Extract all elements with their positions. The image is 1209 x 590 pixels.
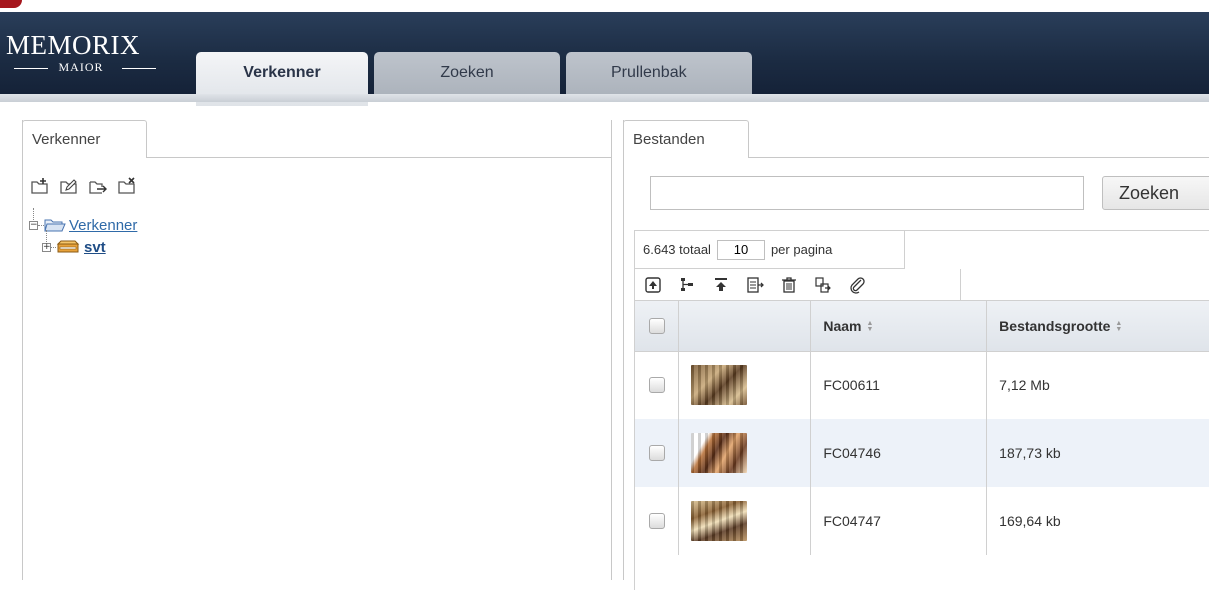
delete-folder-icon[interactable] — [116, 175, 137, 196]
brand-corner — [0, 0, 22, 8]
file-table: Naam ▲ ▼ Bestandsgrootte ▲ ▼ FC00611 7,12 Mb… — [635, 301, 1209, 555]
file-name[interactable]: FC04747 — [810, 487, 988, 555]
name-header[interactable]: Naam ▲ ▼ — [810, 301, 988, 352]
tree-node-svt: + svt — [29, 236, 137, 258]
logo-sub-text: MAIOR — [6, 60, 156, 75]
sort-icon: ▲ ▼ — [866, 320, 874, 334]
trash-icon[interactable] — [779, 275, 799, 295]
explorer-panel: Verkenner − Verkenner + svt — [22, 120, 612, 580]
open-folder-icon — [44, 219, 66, 232]
select-all-cell — [635, 301, 680, 352]
table-row[interactable]: FC04747 169,64 kb — [635, 487, 1209, 555]
attach-icon[interactable] — [847, 275, 867, 295]
file-size: 187,73 kb — [986, 419, 1209, 487]
tab-underbar — [0, 94, 1209, 102]
edit-folder-icon[interactable] — [58, 175, 79, 196]
table-header: Naam ▲ ▼ Bestandsgrootte ▲ ▼ — [635, 301, 1209, 352]
file-name[interactable]: FC00611 — [810, 351, 988, 419]
file-name[interactable]: FC04746 — [810, 419, 988, 487]
files-panel: Bestanden Zoeken 6.643 totaal per pagina — [623, 120, 1209, 590]
search-input[interactable] — [650, 176, 1084, 210]
tree-move-icon[interactable] — [677, 275, 697, 295]
tree-label-svt[interactable]: svt — [84, 239, 106, 256]
memorix-logo[interactable]: MEMORIX MAIOR — [6, 32, 176, 75]
move-folder-icon[interactable] — [87, 175, 108, 196]
drive-folder-icon — [56, 240, 80, 253]
select-all-checkbox[interactable] — [649, 317, 665, 334]
upload-icon[interactable] — [643, 275, 663, 295]
top-strip — [0, 0, 1209, 12]
file-thumbnail[interactable] — [691, 501, 748, 541]
per-page-label: per pagina — [770, 242, 833, 257]
collapse-icon[interactable]: − — [29, 220, 38, 230]
row-checkbox[interactable] — [649, 377, 665, 394]
copy-icon[interactable] — [813, 275, 833, 295]
thumbnail-header — [678, 301, 812, 352]
logo-main-text: MEMORIX — [6, 30, 141, 60]
table-row[interactable]: FC04746 187,73 kb — [635, 419, 1209, 487]
explorer-panel-tab[interactable]: Verkenner — [22, 120, 147, 158]
total-count: 6.643 totaal — [643, 242, 711, 257]
file-grid: 6.643 totaal per pagina — [634, 230, 1209, 590]
per-page-input[interactable] — [716, 239, 765, 260]
table-row[interactable]: FC00611 7,12 Mb — [635, 351, 1209, 419]
new-folder-icon[interactable] — [29, 175, 50, 196]
pager: 6.643 totaal per pagina — [635, 231, 905, 269]
tree-label-verkenner[interactable]: Verkenner — [69, 217, 137, 234]
size-header[interactable]: Bestandsgrootte ▲ ▼ — [986, 301, 1209, 352]
file-size: 169,64 kb — [986, 487, 1209, 555]
row-checkbox[interactable] — [649, 513, 665, 529]
file-thumbnail[interactable] — [691, 433, 748, 473]
export-icon[interactable] — [745, 275, 765, 295]
sort-icon: ▲ ▼ — [1115, 320, 1123, 334]
search-button[interactable]: Zoeken — [1102, 176, 1209, 210]
tree-toolbar — [29, 175, 137, 196]
row-checkbox[interactable] — [649, 445, 665, 461]
file-thumbnail[interactable] — [691, 365, 748, 406]
app-header: MEMORIX MAIOR Verkenner Zoeken Prullenba… — [0, 12, 1209, 106]
expand-icon[interactable]: + — [42, 242, 51, 252]
folder-tree: − Verkenner + svt — [29, 208, 137, 258]
file-toolbar — [635, 269, 1209, 301]
files-panel-tab[interactable]: Bestanden — [623, 120, 749, 158]
file-size: 7,12 Mb — [986, 351, 1209, 419]
download-icon[interactable] — [711, 275, 731, 295]
